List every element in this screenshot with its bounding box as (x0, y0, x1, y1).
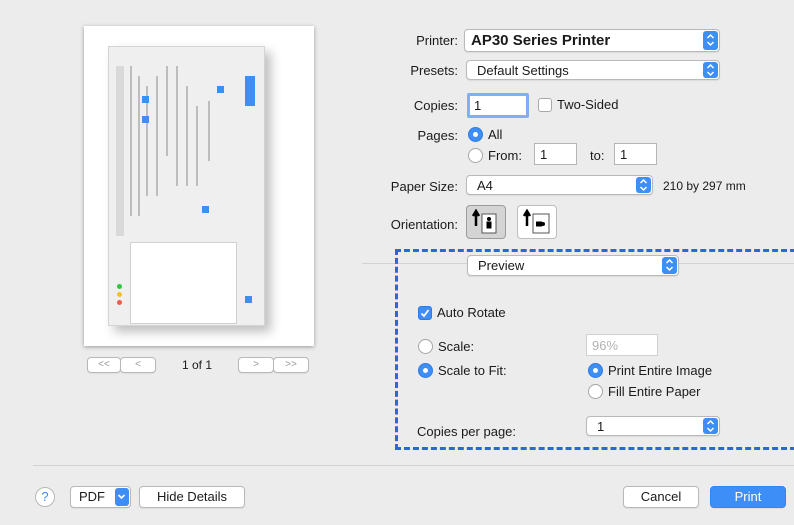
preview-thumbnail-content (102, 46, 272, 326)
printer-label: Printer: (416, 33, 458, 48)
paper-size-value: A4 (477, 178, 493, 193)
footer-divider (33, 465, 794, 466)
pdf-menu-button[interactable]: PDF (70, 486, 131, 508)
pages-all-radio[interactable] (468, 127, 483, 142)
landscape-icon (522, 208, 550, 234)
chevron-updown-icon (703, 31, 718, 50)
auto-rotate-checkbox[interactable] (418, 306, 432, 320)
chevron-down-icon (115, 488, 129, 506)
copies-label: Copies: (413, 98, 458, 113)
scale-to-fit-label: Scale to Fit: (438, 363, 507, 378)
scale-value: 96% (592, 338, 619, 353)
print-button[interactable]: Print (710, 486, 786, 508)
last-page-label: >> (285, 359, 297, 370)
print-entire-image-radio[interactable] (588, 363, 603, 378)
help-icon: ? (41, 489, 49, 504)
presets-label: Presets: (410, 63, 458, 78)
paper-size-dimensions: 210 by 297 mm (663, 179, 746, 193)
help-button[interactable]: ? (35, 487, 55, 507)
page-preview (84, 26, 314, 346)
pages-from-label: From: (488, 148, 522, 163)
two-sided-label: Two-Sided (557, 97, 619, 112)
paper-size-label: Paper Size: (390, 179, 458, 194)
prev-page-label: < (135, 359, 141, 370)
hide-details-label: Hide Details (156, 489, 228, 504)
pages-from-input[interactable]: 1 (534, 143, 577, 165)
copies-per-page-select[interactable]: 1 (586, 416, 720, 436)
scale-to-fit-radio[interactable] (418, 363, 433, 378)
preview-first-page-button[interactable]: << (87, 357, 121, 373)
print-label: Print (734, 489, 762, 504)
checkmark-icon (420, 309, 430, 318)
chevron-updown-icon (636, 177, 651, 193)
print-options-section-select[interactable]: Preview (467, 255, 679, 276)
scale-radio[interactable] (418, 339, 433, 354)
first-page-label: << (98, 359, 110, 370)
copies-per-page-value: 1 (597, 419, 605, 434)
presets-select[interactable]: Default Settings (466, 60, 720, 80)
chevron-updown-icon (703, 62, 718, 78)
printer-value: AP30 Series Printer (471, 32, 611, 49)
cancel-label: Cancel (640, 489, 682, 504)
orientation-portrait-button[interactable] (466, 205, 506, 239)
preview-next-page-button[interactable]: > (238, 357, 274, 373)
portrait-icon (471, 208, 497, 234)
page-indicator: 1 of 1 (182, 358, 213, 372)
two-sided-checkbox[interactable] (538, 98, 552, 112)
orientation-landscape-button[interactable] (517, 205, 557, 239)
copies-input[interactable]: 1 (467, 93, 529, 118)
hide-details-button[interactable]: Hide Details (139, 486, 245, 508)
next-page-label: > (253, 359, 259, 370)
auto-rotate-label: Auto Rotate (437, 305, 506, 320)
preview-last-page-button[interactable]: >> (273, 357, 309, 373)
chevron-updown-icon (703, 418, 718, 434)
orientation-label: Orientation: (390, 217, 458, 232)
scale-input[interactable]: 96% (586, 334, 658, 356)
section-value: Preview (478, 258, 525, 273)
print-entire-image-label: Print Entire Image (608, 363, 713, 378)
fill-entire-paper-label: Fill Entire Paper (608, 384, 701, 399)
pages-label: Pages: (417, 128, 458, 143)
pdf-label: PDF (79, 489, 105, 504)
paper-size-select[interactable]: A4 (466, 175, 653, 195)
pages-to-label: to: (590, 148, 605, 163)
printer-select[interactable]: AP30 Series Printer (464, 29, 720, 52)
preview-prev-page-button[interactable]: < (120, 357, 156, 373)
pages-to-value: 1 (620, 147, 628, 162)
pages-from-radio[interactable] (468, 148, 483, 163)
presets-value: Default Settings (477, 63, 569, 78)
pages-all-label: All (488, 127, 503, 142)
chevron-updown-icon (662, 257, 677, 274)
cancel-button[interactable]: Cancel (623, 486, 699, 508)
copies-value: 1 (474, 98, 482, 113)
fill-entire-paper-radio[interactable] (588, 384, 603, 399)
copies-per-page-label: Copies per page: (417, 424, 517, 439)
scale-label: Scale: (438, 339, 475, 354)
pages-to-input[interactable]: 1 (614, 143, 657, 165)
pages-from-value: 1 (540, 147, 548, 162)
